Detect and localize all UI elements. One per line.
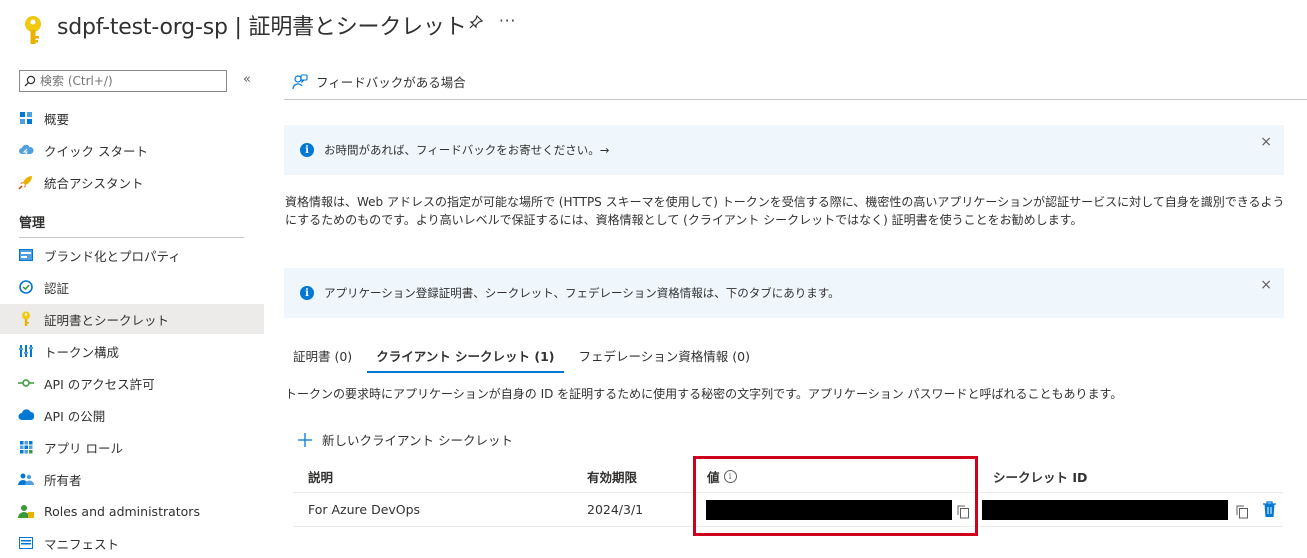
roles-admins-icon xyxy=(18,503,34,519)
more-icon[interactable]: ··· xyxy=(499,12,516,30)
pin-icon[interactable] xyxy=(469,14,484,33)
column-header-description[interactable]: 説明 xyxy=(308,467,333,486)
tabs-info-banner-text: アプリケーション登録証明書、シークレット、フェデレーション資格情報は、下のタブに… xyxy=(324,286,840,300)
credential-tabs: 証明書 (0) クライアント シークレット (1) フェデレーション資格情報 (… xyxy=(284,346,765,373)
feedback-label: フィードバックがある場合 xyxy=(316,75,466,90)
sidebar-divider xyxy=(19,237,244,238)
api-permission-icon xyxy=(18,375,34,391)
search-icon xyxy=(24,72,36,91)
manifest-icon xyxy=(18,535,34,551)
new-client-secret-button[interactable]: 新しいクライアント シークレット xyxy=(298,430,513,449)
collapse-sidebar-button[interactable]: « xyxy=(243,72,251,87)
key-icon xyxy=(18,311,34,327)
copy-secret-id-icon[interactable] xyxy=(1236,504,1250,519)
tabs-info-banner: i アプリケーション登録証明書、シークレット、フェデレーション資格情報は、下のタ… xyxy=(284,268,1284,318)
sidebar-item-integration-assistant[interactable]: 統合アシスタント xyxy=(0,167,264,197)
sidebar-item-app-roles[interactable]: アプリ ロール xyxy=(0,432,264,462)
sidebar-item-token-configuration[interactable]: トークン構成 xyxy=(0,336,264,366)
sidebar-item-certificates-secrets[interactable]: 証明書とシークレット xyxy=(0,304,264,334)
feedback-banner-text[interactable]: お時間があれば、フィードバックをお寄せください。→ xyxy=(324,142,609,158)
command-bar-divider xyxy=(284,99,1307,100)
value-column-highlight xyxy=(693,456,978,536)
client-secret-description: トークンの要求時にアプリケーションが自身の ID を証明するために使用する秘密の… xyxy=(285,387,1123,401)
column-header-expires[interactable]: 有効期限 xyxy=(587,467,637,486)
owners-icon xyxy=(18,471,34,487)
info-icon: i xyxy=(300,143,314,157)
rocket-icon xyxy=(18,174,34,190)
app-roles-grid-icon xyxy=(18,439,34,455)
tab-federated-credentials[interactable]: フェデレーション資格情報 (0) xyxy=(570,346,759,373)
secret-row-description: For Azure DevOps xyxy=(308,502,421,517)
sidebar-item-label: 所有者 xyxy=(44,472,82,488)
info-icon: i xyxy=(300,286,314,300)
sidebar-item-authentication[interactable]: 認証 xyxy=(0,272,264,302)
sidebar-item-label: API のアクセス許可 xyxy=(44,376,155,392)
secret-row-expires: 2024/3/1 xyxy=(587,502,644,517)
tab-client-secrets[interactable]: クライアント シークレット (1) xyxy=(367,346,564,373)
feedback-banner: i お時間があれば、フィードバックをお寄せください。→ × xyxy=(284,125,1284,175)
authentication-icon xyxy=(18,279,34,295)
sidebar-item-label: トークン構成 xyxy=(44,344,120,360)
sidebar-item-quickstart[interactable]: クイック スタート xyxy=(0,135,264,165)
sidebar-item-label: 統合アシスタント xyxy=(44,175,144,191)
sidebar-item-label: Roles and administrators xyxy=(44,503,200,519)
search-input[interactable] xyxy=(36,74,220,88)
secret-id-redacted xyxy=(982,500,1228,520)
delete-icon[interactable] xyxy=(1262,501,1278,519)
feedback-button[interactable]: フィードバックがある場合 xyxy=(292,72,466,91)
column-header-secret-id[interactable]: シークレット ID xyxy=(993,467,1087,486)
sidebar-item-roles-administrators[interactable]: Roles and administrators xyxy=(0,496,264,526)
page-title: sdpf-test-org-sp | 証明書とシークレット xyxy=(57,15,467,40)
close-icon[interactable]: × xyxy=(1260,277,1272,293)
close-icon[interactable]: × xyxy=(1260,134,1272,150)
sidebar-item-label: アプリ ロール xyxy=(44,440,123,456)
sidebar-item-manifest[interactable]: マニフェスト xyxy=(0,528,264,558)
sidebar-item-expose-api[interactable]: API の公開 xyxy=(0,400,264,430)
plus-icon xyxy=(298,431,312,449)
sidebar-item-label: 概要 xyxy=(44,111,70,127)
token-bars-icon xyxy=(18,343,34,359)
feedback-icon xyxy=(292,73,308,90)
new-client-secret-label: 新しいクライアント シークレット xyxy=(322,433,513,448)
sidebar-item-label: マニフェスト xyxy=(44,536,120,552)
sidebar-item-branding[interactable]: ブランド化とプロパティ xyxy=(0,240,264,270)
sidebar-section-manage: 管理 xyxy=(19,216,46,231)
sidebar-search[interactable] xyxy=(19,70,227,92)
sidebar-item-label: API の公開 xyxy=(44,408,106,424)
overview-grid-icon xyxy=(18,110,34,126)
key-app-icon xyxy=(20,14,46,46)
tab-certificates[interactable]: 証明書 (0) xyxy=(284,346,361,373)
sidebar-item-owners[interactable]: 所有者 xyxy=(0,464,264,494)
sidebar-item-label: ブランド化とプロパティ xyxy=(44,248,181,264)
sidebar-item-overview[interactable]: 概要 xyxy=(0,103,264,133)
credentials-description: 資格情報は、Web アドレスの指定が可能な場所で (HTTPS スキーマを使用し… xyxy=(285,195,1285,227)
branding-icon xyxy=(18,247,34,263)
cloud-api-icon xyxy=(18,407,34,423)
cloud-quickstart-icon xyxy=(18,142,34,158)
sidebar-item-label: クイック スタート xyxy=(44,143,148,159)
sidebar-item-api-permissions[interactable]: API のアクセス許可 xyxy=(0,368,264,398)
sidebar-item-label: 証明書とシークレット xyxy=(44,312,170,328)
sidebar-item-label: 認証 xyxy=(44,280,70,296)
